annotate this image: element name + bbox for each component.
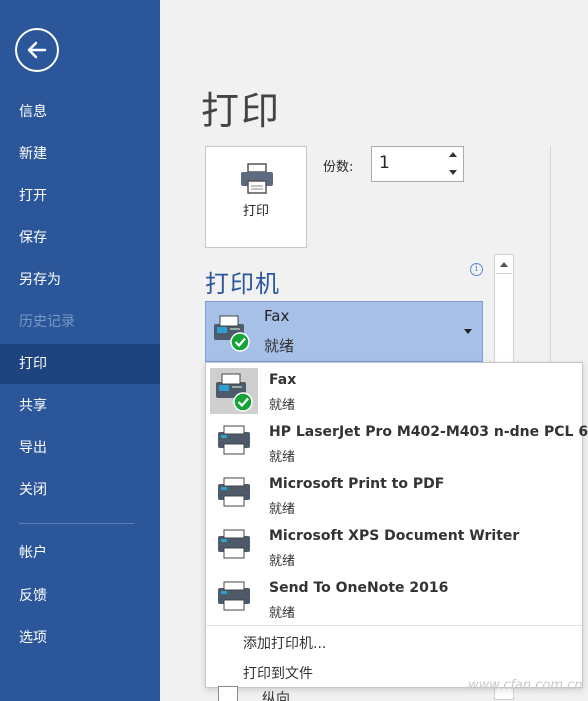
printer-icon — [241, 163, 273, 194]
printer-option-name: Send To OneNote 2016 — [269, 580, 449, 596]
printer-option-status: 就绪 — [269, 450, 296, 465]
printer-option-name: Fax — [269, 372, 297, 388]
print-button-label: 打印 — [242, 204, 269, 219]
copies-stepper[interactable]: 1 — [371, 146, 464, 182]
nav-save-as[interactable]: 另存为 — [0, 260, 160, 300]
printer-option-status: 就绪 — [269, 606, 296, 621]
increment-arrow-icon[interactable] — [449, 152, 457, 157]
panel-divider — [550, 146, 551, 366]
selected-printer-name: Fax — [264, 307, 290, 325]
nav-options[interactable]: 选项 — [0, 618, 160, 658]
nav-open[interactable]: 打开 — [0, 176, 160, 216]
nav-feedback[interactable]: 反馈 — [0, 576, 160, 616]
printer-section-title: 打印机 — [205, 270, 280, 298]
scroll-track — [496, 273, 512, 274]
decrement-arrow-icon[interactable] — [449, 170, 457, 175]
printer-option-status: 就绪 — [269, 502, 296, 517]
fax-icon — [210, 368, 258, 414]
scroll-up-arrow-icon[interactable] — [500, 262, 508, 267]
printer-icon — [218, 425, 250, 455]
printer-option-pdf[interactable]: Microsoft Print to PDF 就绪 — [206, 469, 582, 521]
printer-option-name: Microsoft XPS Document Writer — [269, 528, 520, 544]
dropdown-divider — [206, 625, 582, 626]
nav-divider — [19, 523, 134, 524]
printer-option-xps[interactable]: Microsoft XPS Document Writer 就绪 — [206, 521, 582, 573]
printer-dropdown: Fax 就绪 HP LaserJet Pro M402-M403 n-dne P… — [205, 362, 588, 688]
printer-option-fax[interactable]: Fax 就绪 — [206, 365, 582, 417]
chevron-down-icon[interactable] — [464, 329, 472, 334]
nav-new[interactable]: 新建 — [0, 134, 160, 174]
printer-option-onenote[interactable]: Send To OneNote 2016 就绪 — [206, 573, 582, 625]
orientation-label[interactable]: 纵向 — [262, 688, 290, 701]
printer-icon — [218, 477, 250, 507]
printer-icon — [218, 581, 250, 611]
back-arrow-icon — [27, 41, 47, 59]
printer-option-name: Microsoft Print to PDF — [269, 476, 445, 492]
watermark: www.cfan.com.cn — [468, 678, 583, 693]
nav-info[interactable]: 信息 — [0, 92, 160, 132]
copies-label: 份数: — [323, 160, 354, 175]
backstage-sidebar: 信息 新建 打开 保存 另存为 历史记录 打印 共享 导出 关闭 帐户 反馈 选… — [0, 0, 160, 701]
nav-print[interactable]: 打印 — [0, 344, 160, 384]
nav-close[interactable]: 关闭 — [0, 470, 160, 510]
info-icon[interactable]: i — [470, 263, 483, 276]
selected-printer-status: 就绪 — [264, 337, 295, 355]
back-button[interactable] — [15, 28, 59, 72]
page-title: 打印 — [201, 89, 282, 133]
nav-account[interactable]: 帐户 — [0, 533, 160, 573]
printer-select[interactable]: Fax 就绪 — [205, 301, 483, 362]
portrait-orientation-icon — [218, 686, 238, 701]
nav-history: 历史记录 — [19, 314, 75, 330]
printer-option-hp[interactable]: HP LaserJet Pro M402-M403 n-dne PCL 6 就绪 — [206, 417, 588, 469]
printer-option-name: HP LaserJet Pro M402-M403 n-dne PCL 6 — [269, 424, 588, 440]
fax-icon — [214, 315, 250, 352]
nav-export[interactable]: 导出 — [0, 428, 160, 468]
printer-icon — [218, 529, 250, 559]
print-to-file-option[interactable]: 打印到文件 — [243, 663, 313, 683]
print-button[interactable]: 打印 — [205, 146, 307, 248]
printer-option-status: 就绪 — [269, 398, 296, 413]
copies-value[interactable]: 1 — [379, 153, 390, 173]
add-printer-link[interactable]: 添加打印机... — [243, 633, 326, 653]
nav-save[interactable]: 保存 — [0, 218, 160, 258]
nav-share[interactable]: 共享 — [0, 386, 160, 426]
printer-option-status: 就绪 — [269, 554, 296, 569]
